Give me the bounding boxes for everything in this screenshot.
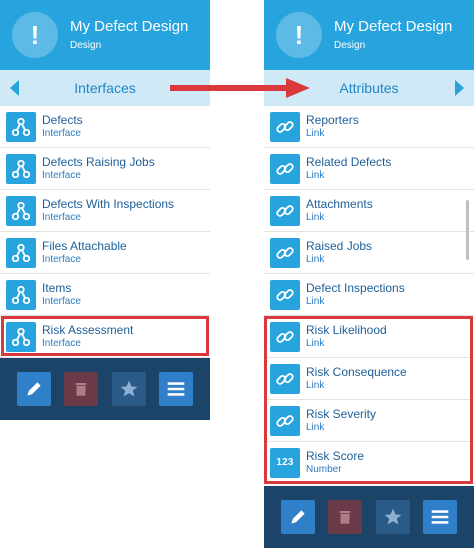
list-item-reporters[interactable]: Reporters Link bbox=[264, 106, 474, 148]
link-icon bbox=[270, 321, 300, 352]
item-type: Link bbox=[306, 422, 325, 433]
design-subtitle: Design bbox=[334, 40, 366, 51]
interface-icon bbox=[6, 321, 36, 352]
number-icon: 123 bbox=[270, 447, 300, 478]
edit-button[interactable] bbox=[16, 372, 51, 406]
design-title: My Defect Design bbox=[334, 18, 453, 35]
link-icon bbox=[270, 195, 300, 226]
interface-icon bbox=[6, 111, 36, 142]
item-title: Files Attachable bbox=[42, 239, 127, 253]
list-item-risk-consequence[interactable]: Risk Consequence Link bbox=[264, 358, 474, 400]
item-title: Reporters bbox=[306, 113, 359, 127]
item-type: Interface bbox=[42, 170, 81, 181]
interfaces-panel: ! My Defect Design Design Interfaces Def… bbox=[0, 0, 210, 420]
link-icon bbox=[270, 405, 300, 436]
previous-arrow-icon[interactable] bbox=[10, 80, 19, 96]
link-icon bbox=[270, 111, 300, 142]
list-item-defects-with-inspections[interactable]: Defects With Inspections Interface bbox=[0, 190, 210, 232]
item-type: Interface bbox=[42, 128, 81, 139]
next-arrow-icon[interactable] bbox=[455, 80, 464, 96]
list-item-attachments[interactable]: Attachments Link bbox=[264, 190, 474, 232]
item-title: Risk Likelihood bbox=[306, 323, 387, 337]
list-item-defect-inspections[interactable]: Defect Inspections Link bbox=[264, 274, 474, 316]
item-title: Risk Score bbox=[306, 449, 365, 463]
scrollbar-thumb[interactable] bbox=[466, 200, 469, 260]
item-title: Defects Raising Jobs bbox=[42, 155, 155, 169]
item-type: Link bbox=[306, 338, 325, 349]
item-title: Attachments bbox=[306, 197, 373, 211]
item-title: Defects With Inspections bbox=[42, 197, 175, 211]
menu-icon bbox=[431, 510, 449, 524]
interface-icon bbox=[6, 279, 36, 310]
delete-button[interactable] bbox=[64, 372, 99, 406]
item-title: Related Defects bbox=[306, 155, 392, 169]
design-title: My Defect Design bbox=[70, 18, 189, 35]
exclamation-icon: ! bbox=[276, 12, 322, 58]
interface-icon bbox=[6, 237, 36, 268]
design-header: ! My Defect Design Design bbox=[264, 0, 474, 70]
star-icon bbox=[120, 380, 138, 397]
item-type: Interface bbox=[42, 212, 81, 223]
item-type: Link bbox=[306, 212, 325, 223]
link-icon bbox=[270, 237, 300, 268]
trash-icon bbox=[76, 383, 87, 396]
link-icon bbox=[270, 279, 300, 310]
item-type: Link bbox=[306, 296, 325, 307]
edit-icon bbox=[291, 510, 305, 524]
list-item-items[interactable]: Items Interface bbox=[0, 274, 210, 316]
menu-button[interactable] bbox=[159, 372, 194, 406]
star-icon bbox=[384, 508, 402, 525]
item-title: Items bbox=[42, 281, 72, 295]
interface-icon bbox=[6, 195, 36, 226]
item-type: Link bbox=[306, 380, 325, 391]
menu-icon bbox=[167, 382, 185, 396]
trash-icon bbox=[340, 511, 351, 524]
interface-list: Defects Interface Defects Raising Jobs I… bbox=[0, 106, 210, 358]
item-title: Defects bbox=[42, 113, 83, 127]
item-type: Interface bbox=[42, 296, 81, 307]
link-icon bbox=[270, 153, 300, 184]
item-type: Link bbox=[306, 254, 325, 265]
design-subtitle: Design bbox=[70, 40, 102, 51]
item-type: Interface bbox=[42, 254, 81, 265]
transition-arrow-icon bbox=[170, 78, 310, 98]
list-item-defects-raising-jobs[interactable]: Defects Raising Jobs Interface bbox=[0, 148, 210, 190]
favorite-button[interactable] bbox=[111, 372, 146, 406]
item-title: Risk Severity bbox=[306, 407, 377, 421]
action-toolbar bbox=[264, 486, 474, 548]
list-item-defects[interactable]: Defects Interface bbox=[0, 106, 210, 148]
item-type: Number bbox=[306, 464, 342, 475]
attribute-list: Reporters Link Related Defects Link Atta… bbox=[264, 106, 474, 484]
list-item-related-defects[interactable]: Related Defects Link bbox=[264, 148, 474, 190]
list-item-risk-severity[interactable]: Risk Severity Link bbox=[264, 400, 474, 442]
delete-button[interactable] bbox=[328, 500, 363, 534]
item-title: Raised Jobs bbox=[306, 239, 373, 253]
interface-icon bbox=[6, 153, 36, 184]
item-title: Risk Assessment bbox=[42, 323, 134, 337]
menu-button[interactable] bbox=[423, 500, 458, 534]
list-item-raised-jobs[interactable]: Raised Jobs Link bbox=[264, 232, 474, 274]
item-title: Defect Inspections bbox=[306, 281, 405, 295]
list-item-risk-assessment[interactable]: Risk Assessment Interface bbox=[0, 316, 210, 358]
action-toolbar bbox=[0, 358, 210, 420]
list-item-risk-score[interactable]: 123 Risk Score Number bbox=[264, 442, 474, 484]
item-type: Link bbox=[306, 128, 325, 139]
favorite-button[interactable] bbox=[375, 500, 410, 534]
item-type: Link bbox=[306, 170, 325, 181]
exclamation-icon: ! bbox=[12, 12, 58, 58]
section-title: Attributes bbox=[339, 80, 399, 96]
number-icon-label: 123 bbox=[276, 457, 294, 468]
item-title: Risk Consequence bbox=[306, 365, 407, 379]
design-header: ! My Defect Design Design bbox=[0, 0, 210, 70]
link-icon bbox=[270, 363, 300, 394]
section-title: Interfaces bbox=[74, 80, 136, 96]
list-item-risk-likelihood[interactable]: Risk Likelihood Link bbox=[264, 316, 474, 358]
item-type: Interface bbox=[42, 338, 81, 349]
edit-icon bbox=[27, 382, 41, 396]
edit-button[interactable] bbox=[280, 500, 315, 534]
list-item-files-attachable[interactable]: Files Attachable Interface bbox=[0, 232, 210, 274]
